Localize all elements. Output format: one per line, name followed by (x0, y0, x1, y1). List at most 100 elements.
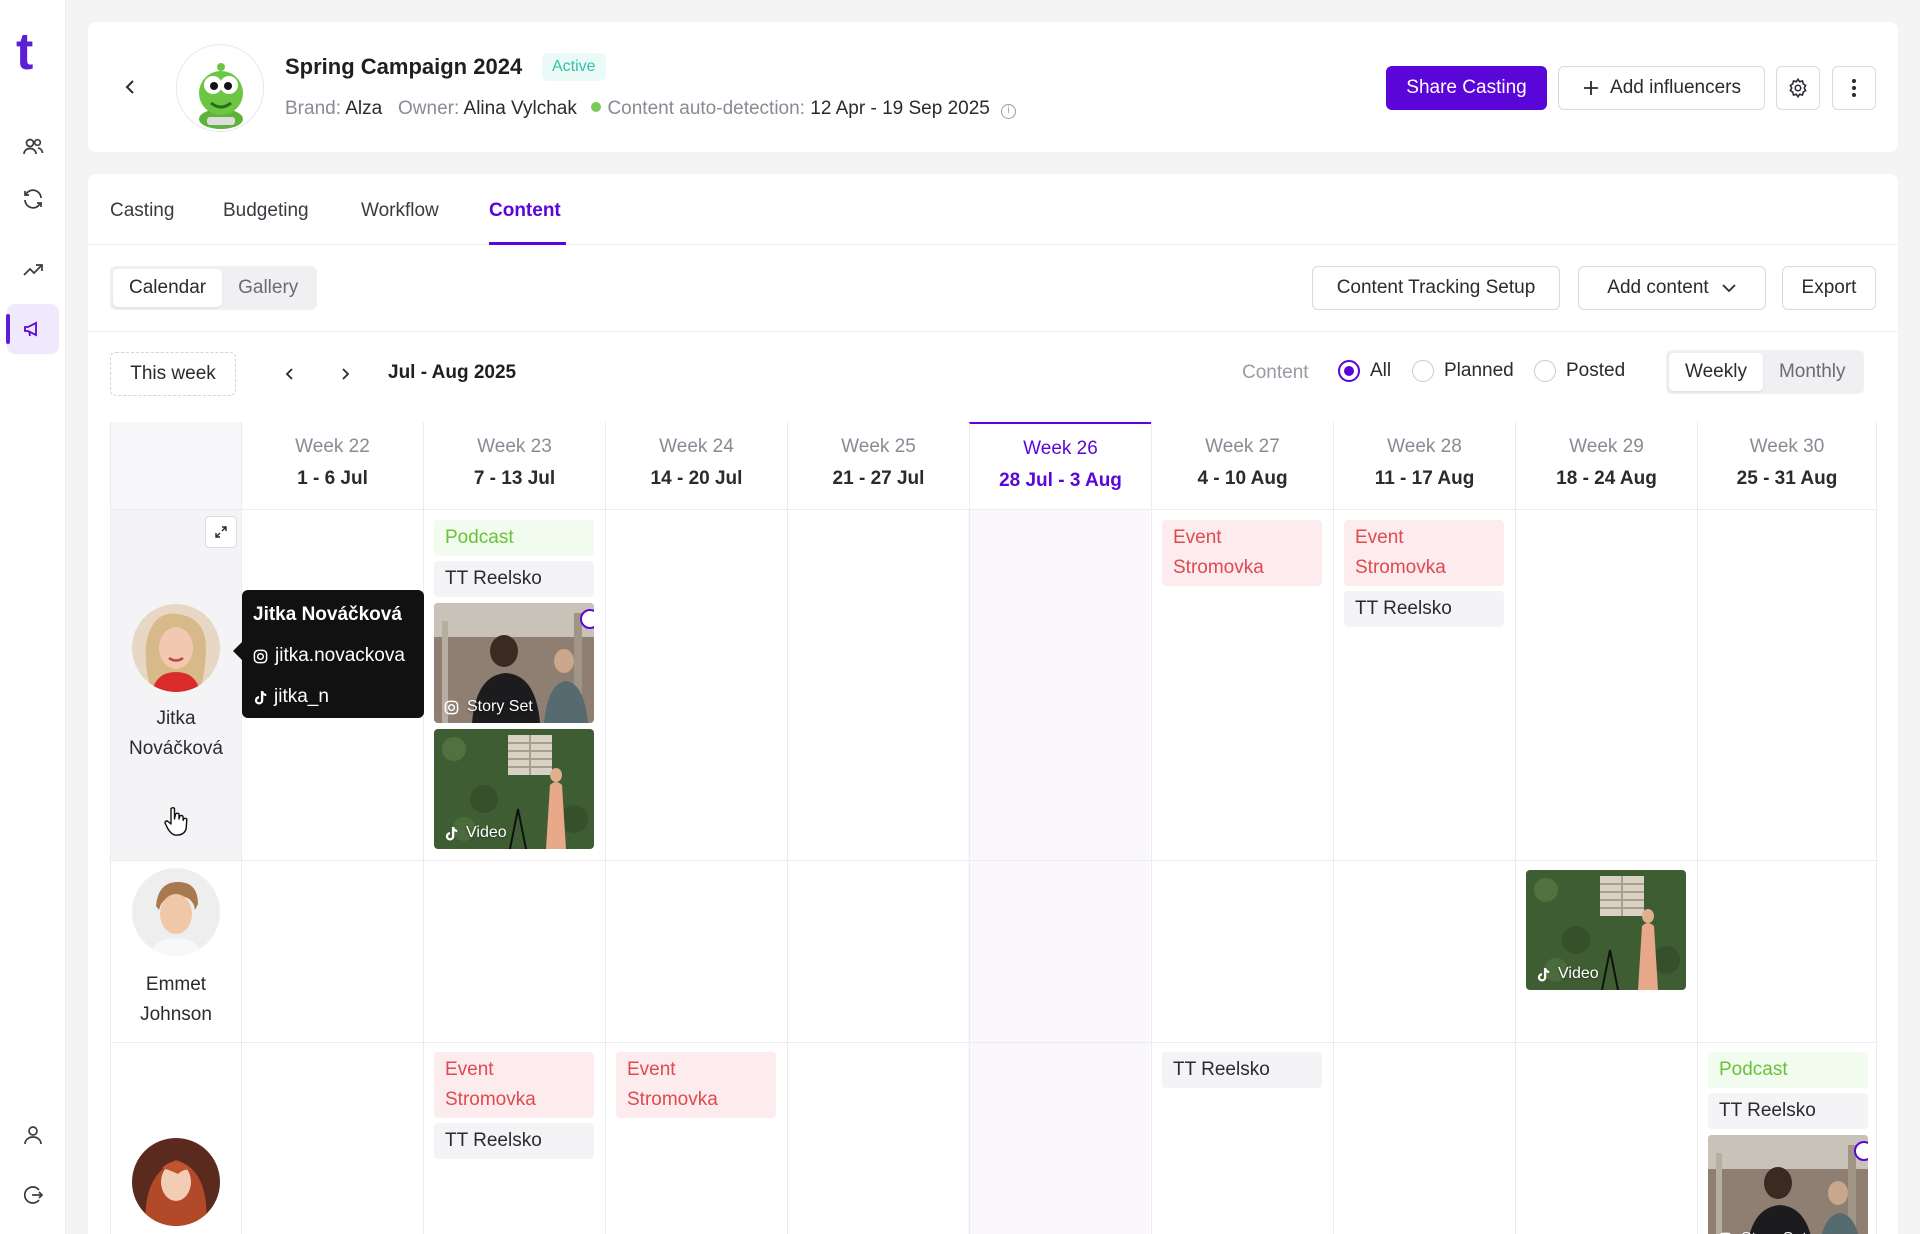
chevron-right-icon (342, 368, 350, 380)
back-button[interactable] (116, 72, 146, 102)
active-tab-indicator (489, 242, 566, 245)
share-casting-button[interactable]: Share Casting (1386, 66, 1547, 110)
rail-item-profile[interactable] (0, 1110, 66, 1160)
this-week-button[interactable]: This week (110, 352, 236, 396)
week-dates: 7 - 13 Jul (473, 468, 556, 489)
week-header-current: Week 26 28 Jul - 3 Aug (969, 422, 1151, 510)
content-item-podcast[interactable]: Podcast (434, 520, 594, 556)
brand-logo (176, 44, 264, 132)
week-header: Week 27 4 - 10 Aug (1151, 422, 1333, 510)
more-options-button[interactable] (1832, 66, 1876, 110)
filter-posted-radio[interactable]: Posted (1534, 360, 1625, 382)
week-header: Week 24 14 - 20 Jul (605, 422, 787, 510)
filter-posted-label: Posted (1566, 360, 1626, 381)
calendar-view-button[interactable]: Calendar (113, 269, 223, 307)
profile-icon (24, 1126, 42, 1145)
tooltip-instagram-row[interactable]: jitka.novackova (253, 641, 413, 671)
detection-label: Content auto-detection: (607, 98, 805, 119)
tab-content[interactable]: Content (489, 200, 561, 222)
influencer-tooltip: Jitka Nováčková jitka.novackova jitka_n (233, 590, 424, 718)
next-period-button[interactable] (331, 360, 359, 388)
week-header: Week 22 1 - 6 Jul (241, 422, 423, 510)
video-label: Video (466, 824, 507, 841)
monthly-button[interactable]: Monthly (1763, 353, 1862, 391)
tooltip-tiktok-row[interactable]: jitka_n (253, 682, 413, 712)
rail-item-sync[interactable] (0, 174, 66, 224)
tiktok-icon (254, 690, 267, 705)
sync-icon (24, 189, 42, 209)
content-item-reel[interactable]: TT Reelsko (1162, 1052, 1322, 1088)
add-influencers-button[interactable]: Add influencers (1558, 66, 1765, 110)
week-dates: 11 - 17 Aug (1374, 468, 1475, 489)
content-item-podcast[interactable]: Podcast (1708, 1052, 1868, 1088)
week-number: Week 28 (1387, 436, 1462, 457)
content-item-reel[interactable]: TT Reelsko (1708, 1093, 1868, 1129)
filter-planned-radio[interactable]: Planned (1412, 360, 1514, 382)
tooltip-tiktok-handle: jitka_n (274, 686, 329, 707)
event-title: Event (1355, 527, 1404, 548)
info-icon[interactable]: i (1001, 104, 1017, 119)
owner-label: Owner: (398, 98, 460, 119)
story-set-label: Story Set (467, 698, 533, 715)
more-vertical-icon (1852, 79, 1856, 97)
chevron-down-icon (1722, 284, 1736, 293)
content-item-reel[interactable]: TT Reelsko (1344, 591, 1504, 627)
tooltip-name: Jitka Nováčková (253, 604, 402, 625)
influencer-cell[interactable]: Emmet Johnson (111, 860, 241, 1042)
export-button[interactable]: Export (1782, 266, 1876, 310)
filter-all-radio[interactable]: All (1338, 360, 1391, 382)
content-item-event[interactable]: Event Stromovka (616, 1052, 776, 1118)
weekly-button[interactable]: Weekly (1669, 353, 1763, 391)
brand-value: Alza (345, 98, 383, 119)
week-dates: 18 - 24 Aug (1556, 468, 1657, 489)
content-item-event[interactable]: Event Stromovka (1162, 520, 1322, 586)
content-item-reel[interactable]: TT Reelsko (434, 561, 594, 597)
content-type-label: Video (1536, 965, 1599, 983)
rail-item-analytics[interactable] (0, 244, 66, 294)
radio-icon (1412, 360, 1434, 382)
content-item-reel[interactable]: TT Reelsko (434, 1123, 594, 1159)
content-thumbnail-story[interactable]: Story Set (1708, 1135, 1868, 1234)
tab-workflow[interactable]: Workflow (361, 200, 439, 222)
prev-period-button[interactable] (276, 360, 304, 388)
settings-button[interactable] (1776, 66, 1820, 110)
week-dates: 28 Jul - 3 Aug (999, 470, 1122, 491)
content-item-event[interactable]: Event Stromovka (434, 1052, 594, 1118)
tab-budgeting[interactable]: Budgeting (223, 200, 309, 222)
content-type-label: Story Set (444, 698, 533, 716)
content-thumbnail-video[interactable]: Video (434, 729, 594, 849)
app-logo[interactable]: t (16, 26, 33, 78)
add-influencers-label: Add influencers (1610, 77, 1741, 98)
week-dates: 4 - 10 Aug (1197, 468, 1288, 489)
status-badge: Active (542, 53, 606, 81)
content-thumbnail-story[interactable]: Story Set (434, 603, 594, 723)
users-icon (23, 138, 44, 155)
tab-casting[interactable]: Casting (110, 200, 174, 222)
avatar (132, 868, 220, 956)
week-number: Week 27 (1205, 436, 1280, 457)
expand-icon[interactable] (205, 516, 237, 548)
week-dates: 21 - 27 Jul (832, 468, 925, 489)
content-thumbnail-video[interactable]: Video (1526, 870, 1686, 990)
rail-item-logout[interactable] (0, 1170, 66, 1220)
week-number: Week 26 (1023, 438, 1098, 459)
brand-label: Brand: (285, 98, 341, 119)
content-tracking-setup-button[interactable]: Content Tracking Setup (1312, 266, 1560, 310)
influencer-cell[interactable] (111, 1042, 241, 1234)
rail-item-users[interactable] (0, 122, 66, 172)
week-header: Week 25 21 - 27 Jul (787, 422, 969, 510)
week-number: Week 25 (841, 436, 916, 457)
owner-value: Alina Vylchak (463, 98, 577, 119)
gallery-view-button[interactable]: Gallery (222, 269, 314, 307)
add-content-dropdown[interactable]: Add content (1578, 266, 1766, 310)
left-rail: t (0, 0, 66, 1234)
filter-all-label: All (1370, 360, 1392, 381)
content-item-event[interactable]: Event Stromovka (1344, 520, 1504, 586)
grid-corner (111, 422, 241, 510)
instagram-icon (253, 649, 268, 663)
content-filter-label: Content (1242, 362, 1309, 383)
event-title: Event (445, 1059, 494, 1080)
story-set-label: Story Set (1741, 1230, 1807, 1234)
tab-bar: Casting Budgeting Workflow Content (88, 174, 1898, 245)
rail-item-campaigns[interactable] (0, 304, 66, 354)
